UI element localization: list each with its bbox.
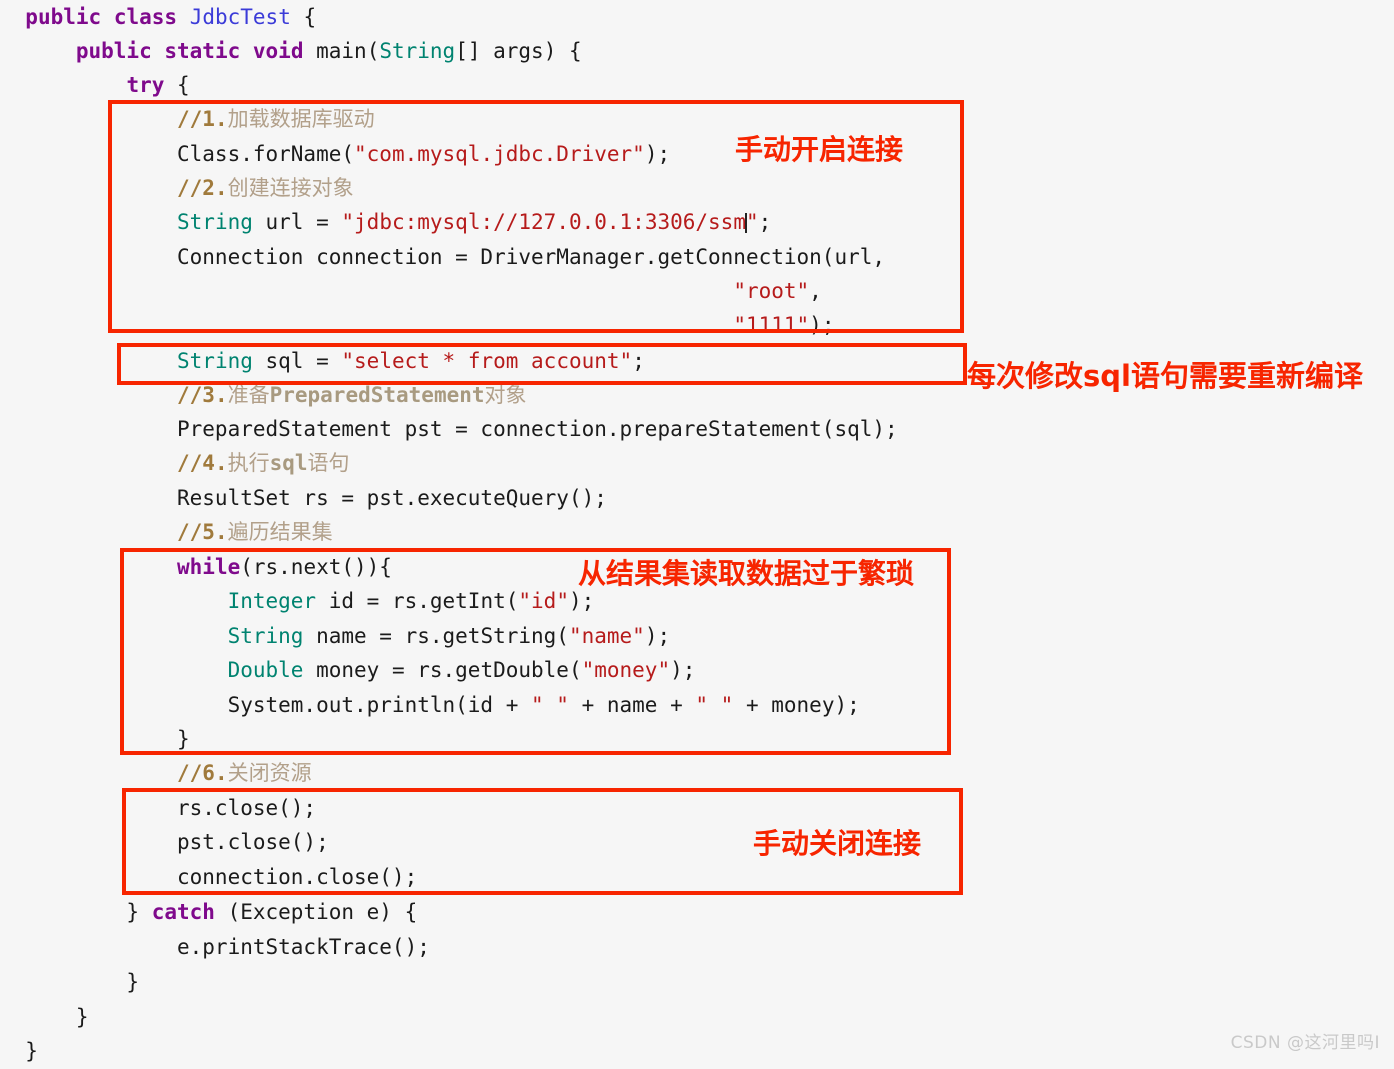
code-line-comment: //2.创建连接对象 [177,176,354,200]
code-line: String name = rs.getString("name"); [227,624,671,648]
code-line: String url = "jdbc:mysql://127.0.0.1:330… [177,210,772,234]
annotation-label-recompile: 每次修改sql语句需要重新编译 [967,359,1363,393]
annotation-label-tedious-read: 从结果集读取数据过于繁琐 [578,557,915,590]
code-line: Double money = rs.getDouble("money"); [227,658,696,682]
code-line-comment: //5.遍历结果集 [177,520,333,544]
code-line: Connection connection = DriverManager.ge… [0,245,886,269]
code-editor-surface: public class JdbcTest { public static vo… [0,0,1394,1065]
code-line: System.out.println(id + " " + name + " "… [0,693,860,717]
annotation-label-manual-open: 手动开启连接 [735,133,904,166]
code-line: e.printStackTrace(); [0,935,430,959]
code-line: pst.close(); [0,830,329,854]
code-line-comment: //1.加载数据库驱动 [177,107,375,131]
code-line: public static void main(String[] args) { [75,39,582,63]
code-line-comment: //4.执行sql语句 [177,451,350,475]
annotation-label-manual-close: 手动关闭连接 [753,827,922,860]
code-line: connection.close(); [0,865,418,889]
code-line: public class JdbcTest { [25,5,317,29]
code-line: ResultSet rs = pst.executeQuery(); [0,486,607,510]
code-line: "root", [733,279,822,303]
code-line: try { [126,73,190,97]
code-line: Class.forName("com.mysql.jdbc.Driver"); [0,142,671,166]
code-line: } [0,727,190,751]
code-line: } [0,1039,38,1063]
code-line: } [0,1005,89,1029]
code-line: PreparedStatement pst = connection.prepa… [0,417,898,441]
code-line: } catch (Exception e) { [0,900,418,924]
code-line: "1111"); [733,313,835,337]
csdn-watermark: CSDN @这河里吗I [1230,1033,1380,1053]
code-line: } [0,970,140,994]
code-line-comment: //6.关闭资源 [177,761,312,785]
code-line: rs.close(); [0,796,317,820]
